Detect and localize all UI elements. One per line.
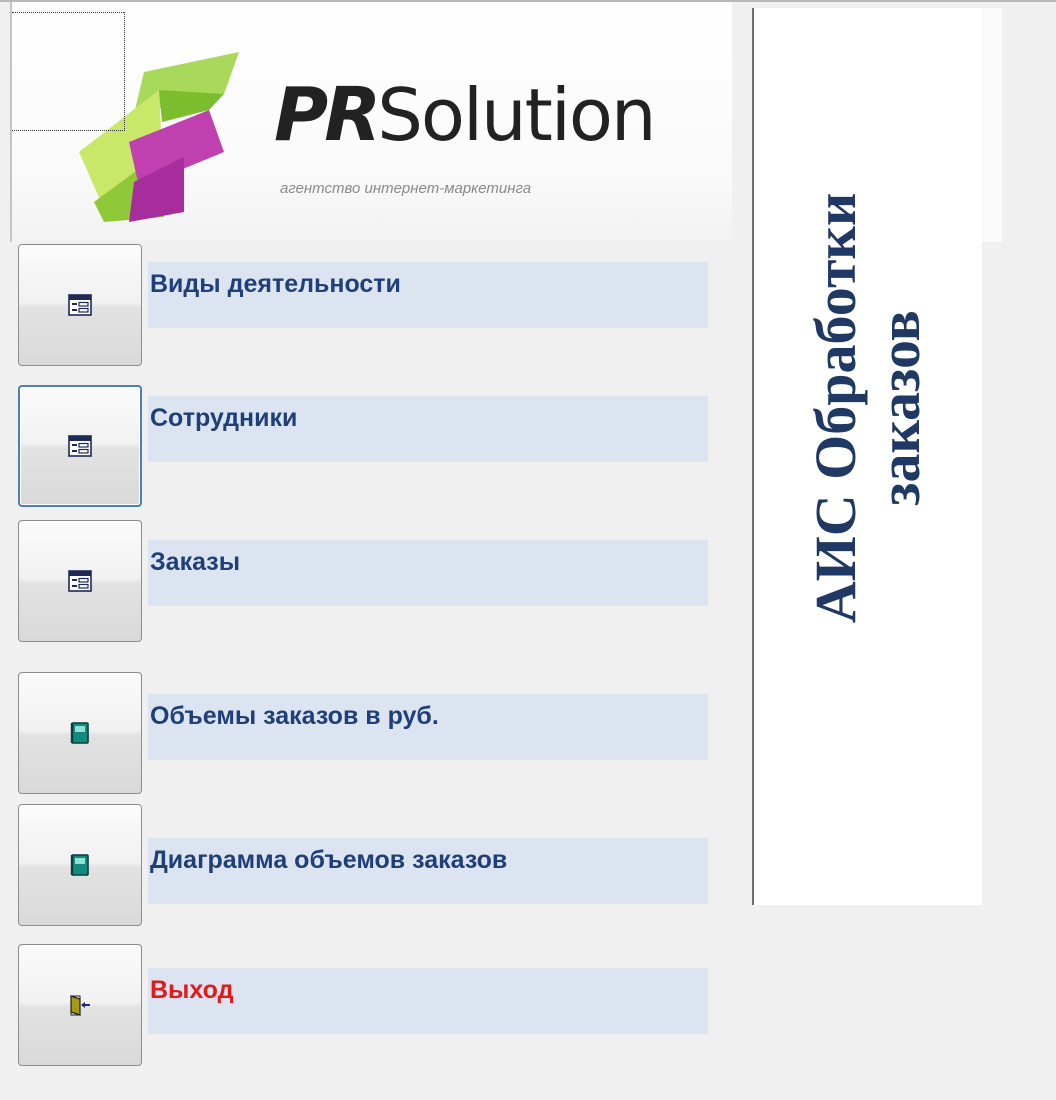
order-volumes-rub-button[interactable] [18, 672, 142, 794]
exit-door-icon [70, 995, 90, 1016]
activity-types-button[interactable] [18, 244, 142, 366]
title-panel: АИС Обработки заказов [752, 8, 982, 905]
menu-label-orders[interactable]: Заказы [148, 540, 708, 606]
menu-label-order-volumes-chart[interactable]: Диаграмма объемов заказов [148, 838, 708, 904]
logo-brand-bold: PR [274, 72, 381, 158]
app-title-line2: заказов [867, 310, 932, 506]
orders-button[interactable] [18, 520, 142, 642]
logo-brand-rest: Solution [377, 73, 656, 157]
form-icon [68, 294, 92, 316]
exit-button[interactable] [18, 944, 142, 1066]
app-title: АИС Обработки заказов [803, 192, 932, 624]
order-volumes-chart-button[interactable] [18, 804, 142, 926]
focus-rect [12, 12, 125, 131]
form-icon [68, 570, 92, 592]
employees-button[interactable] [18, 385, 142, 507]
menu-label-activity-types[interactable]: Виды деятельности [148, 262, 708, 328]
logo-wordmark: PRSolution [274, 72, 657, 158]
app-title-line1: АИС Обработки [803, 192, 869, 624]
report-icon [70, 722, 89, 744]
menu-label-order-volumes-rub[interactable]: Объемы заказов в руб. [148, 694, 708, 760]
form-icon [68, 435, 92, 457]
menu-label-exit[interactable]: Выход [148, 968, 708, 1034]
menu-label-employees[interactable]: Сотрудники [148, 396, 708, 462]
logo-tagline: агентство интернет-маркетинга [280, 180, 532, 197]
report-icon [70, 854, 89, 876]
title-panel-extension [980, 8, 1002, 242]
